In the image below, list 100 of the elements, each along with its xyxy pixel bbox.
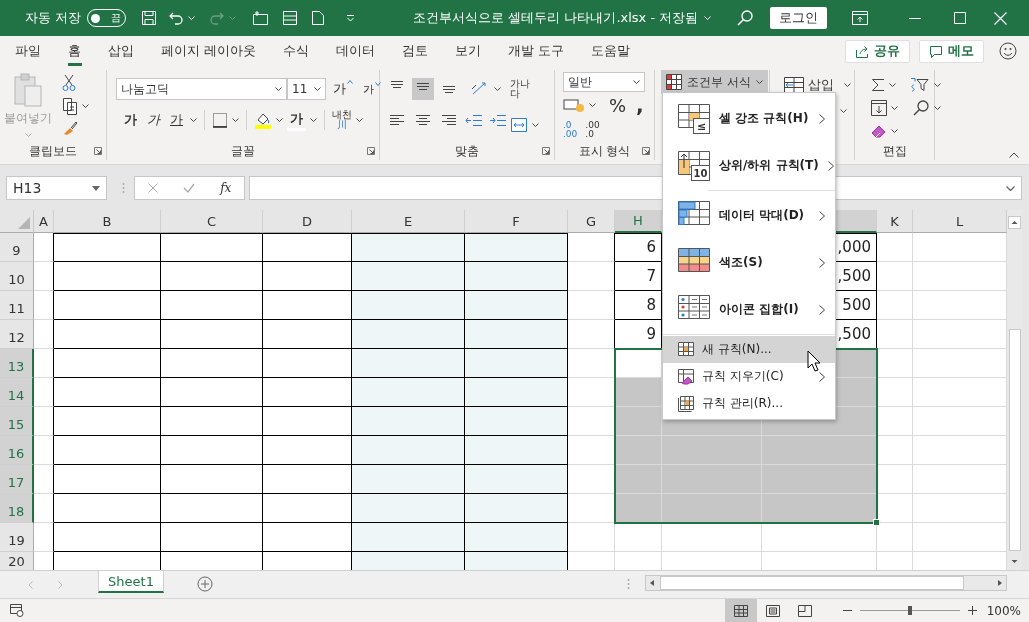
font-size-field[interactable]: 11 [287,78,326,100]
document-icon[interactable] [311,10,326,26]
caret-icon[interactable] [314,87,321,91]
zoom-slider-thumb[interactable] [907,606,912,615]
grow-font-button[interactable]: 가 [330,79,356,99]
menu-tab[interactable]: 보기 [455,36,482,66]
menu-item[interactable]: ≤ 셀 강조 규칙(H) [663,95,835,142]
menu-tab[interactable]: 수식 [283,36,310,66]
decrease-decimal-button[interactable]: .00 .0 [585,121,600,140]
shrink-font-button[interactable]: 가 [360,80,384,98]
font-name-field[interactable]: 나눔고딕 [116,78,287,100]
column-header[interactable]: A [34,210,54,233]
row-header[interactable]: 10 [0,262,34,291]
caret-icon[interactable] [755,80,763,84]
menu-tab[interactable]: 페이지 레이아웃 [161,36,257,66]
caret-icon[interactable] [891,129,898,134]
menu-tab[interactable]: 삽입 [108,36,134,66]
column-header[interactable]: K [877,210,913,233]
close-icon[interactable] [994,11,1007,25]
format-painter-icon[interactable] [62,120,78,136]
dialog-launcher-icon[interactable] [542,147,550,155]
conditional-formatting-button[interactable]: 조건부 서식 [661,70,768,94]
caret-icon[interactable] [844,83,851,87]
column-header[interactable]: L [913,210,1007,233]
share-button[interactable]: 공유 [845,39,910,63]
menu-tab[interactable]: 파일 [15,36,41,66]
bold-button[interactable]: 가 [121,110,140,130]
phonetic-guide-icon[interactable]: 내천 川 [332,110,352,130]
row-header[interactable]: 16 [0,436,34,465]
sheet-tab[interactable]: Sheet1 [98,571,164,593]
comments-button[interactable]: 메모 [919,39,984,63]
menu-tab[interactable]: 개발 도구 [508,36,565,66]
collapse-ribbon-icon[interactable] [1009,152,1019,158]
find-icon[interactable] [912,99,930,117]
wrap-text-button[interactable]: 가나 다 [510,76,530,102]
login-button[interactable]: 로그인 [770,7,827,29]
caret-icon[interactable] [190,118,197,122]
insert-cells-icon[interactable] [784,77,804,93]
grip-dots-icon[interactable] [627,578,630,590]
percent-button[interactable]: % [606,93,630,117]
maximize-icon[interactable] [954,12,966,24]
sum-icon[interactable] [871,77,885,92]
zoom-in-icon[interactable] [967,606,977,615]
insert-button[interactable]: 삽입 [808,76,834,94]
number-format-field[interactable]: 일반 [563,72,645,93]
comma-button[interactable]: , [633,92,647,119]
search-icon[interactable] [736,9,754,27]
macro-record-icon[interactable] [10,604,24,617]
align-middle-icon[interactable] [412,78,434,100]
font-color-button[interactable]: 가 [287,109,306,131]
scrollbar-thumb[interactable] [1008,329,1021,551]
form-icon[interactable] [282,10,299,26]
column-header[interactable]: B [54,210,161,233]
row-header[interactable]: 20 [0,552,34,570]
row-header[interactable]: 14 [0,378,34,407]
row-header[interactable]: 19 [0,523,34,552]
menu-item[interactable]: 10 상위/하위 규칙(T) [663,142,835,189]
caret-icon[interactable] [532,123,539,127]
column-header[interactable]: E [352,210,465,233]
column-header[interactable]: G [568,210,615,233]
column-header[interactable]: F [465,210,568,233]
undo-icon[interactable] [168,10,185,26]
row-header[interactable]: 9 [0,233,34,262]
insert-function-button[interactable]: fx [220,181,232,195]
caret-icon[interactable] [633,80,640,85]
caret-icon[interactable] [276,118,283,122]
customize-dropdown-icon[interactable] [346,14,356,22]
caret-icon[interactable] [840,109,847,113]
expand-caret-icon[interactable] [1006,185,1015,191]
italic-button[interactable]: 가 [144,110,163,130]
column-header[interactable]: D [263,210,352,233]
menu-tab[interactable]: 도움말 [591,36,631,66]
caret-icon[interactable] [891,106,898,110]
caret-icon[interactable] [589,103,596,108]
zoom-level[interactable]: 100% [986,603,1021,618]
menu-tab[interactable]: 홈 [68,36,81,66]
caret-icon[interactable] [232,118,239,122]
eraser-icon[interactable] [871,124,887,139]
caret-icon[interactable] [934,106,941,110]
menu-item[interactable]: 새 규칙(N)... [663,336,835,363]
fill-handle[interactable] [873,519,880,526]
copy-icon[interactable] [62,97,78,115]
add-sheet-icon[interactable] [197,576,213,592]
scroll-up-icon[interactable] [1008,216,1021,229]
caret-icon[interactable] [494,87,501,91]
borders-icon[interactable] [212,112,228,128]
menu-tab[interactable]: 검토 [402,36,429,66]
caret-icon[interactable] [310,118,317,122]
menu-tab[interactable]: 데이터 [336,36,376,66]
sort-filter-icon[interactable] [910,76,930,93]
increase-decimal-button[interactable]: .0 .00 [563,121,578,140]
view-button[interactable] [724,599,757,622]
caret-icon[interactable] [275,87,282,91]
caret-icon[interactable] [356,118,363,122]
zoom-slider[interactable] [859,606,960,615]
row-header[interactable]: 17 [0,465,34,494]
cut-icon[interactable] [62,74,76,92]
dialog-launcher-icon[interactable] [94,147,102,155]
scrollbar-thumb[interactable] [660,576,964,590]
column-header[interactable]: H [615,210,662,233]
